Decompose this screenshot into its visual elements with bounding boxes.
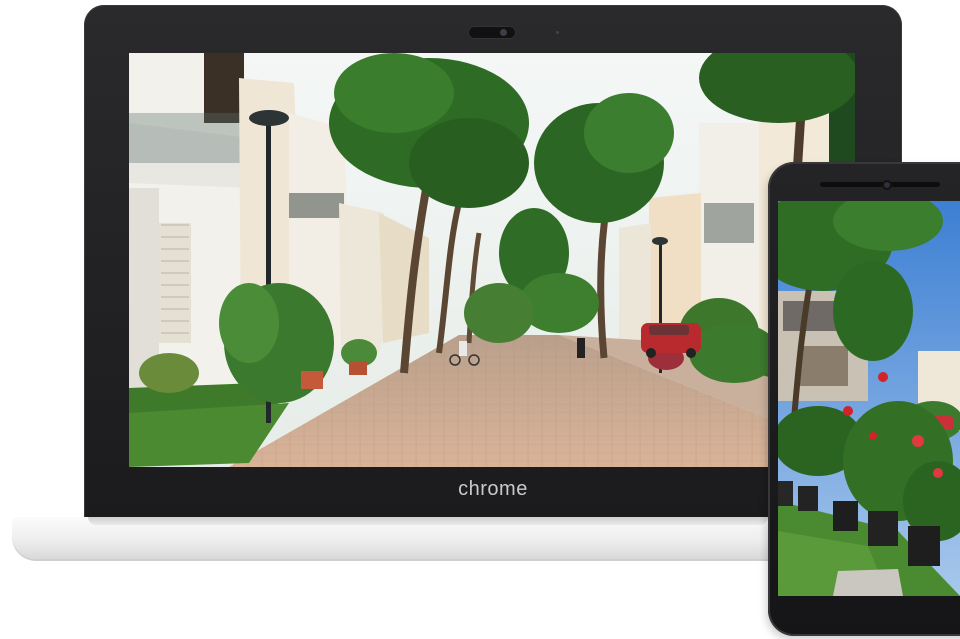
laptop-hinge [88,517,768,525]
device-mockup: chrome [0,0,960,639]
phone-camera-icon [882,180,892,190]
phone-speaker [820,182,940,187]
phone-screen-image [778,201,960,596]
laptop-brand-label: chrome [458,478,528,500]
garden-photo [778,201,960,596]
street-photo [129,53,855,467]
laptop-screen-image [129,53,855,467]
webcam-icon [468,26,516,39]
light-sensor [556,31,559,34]
